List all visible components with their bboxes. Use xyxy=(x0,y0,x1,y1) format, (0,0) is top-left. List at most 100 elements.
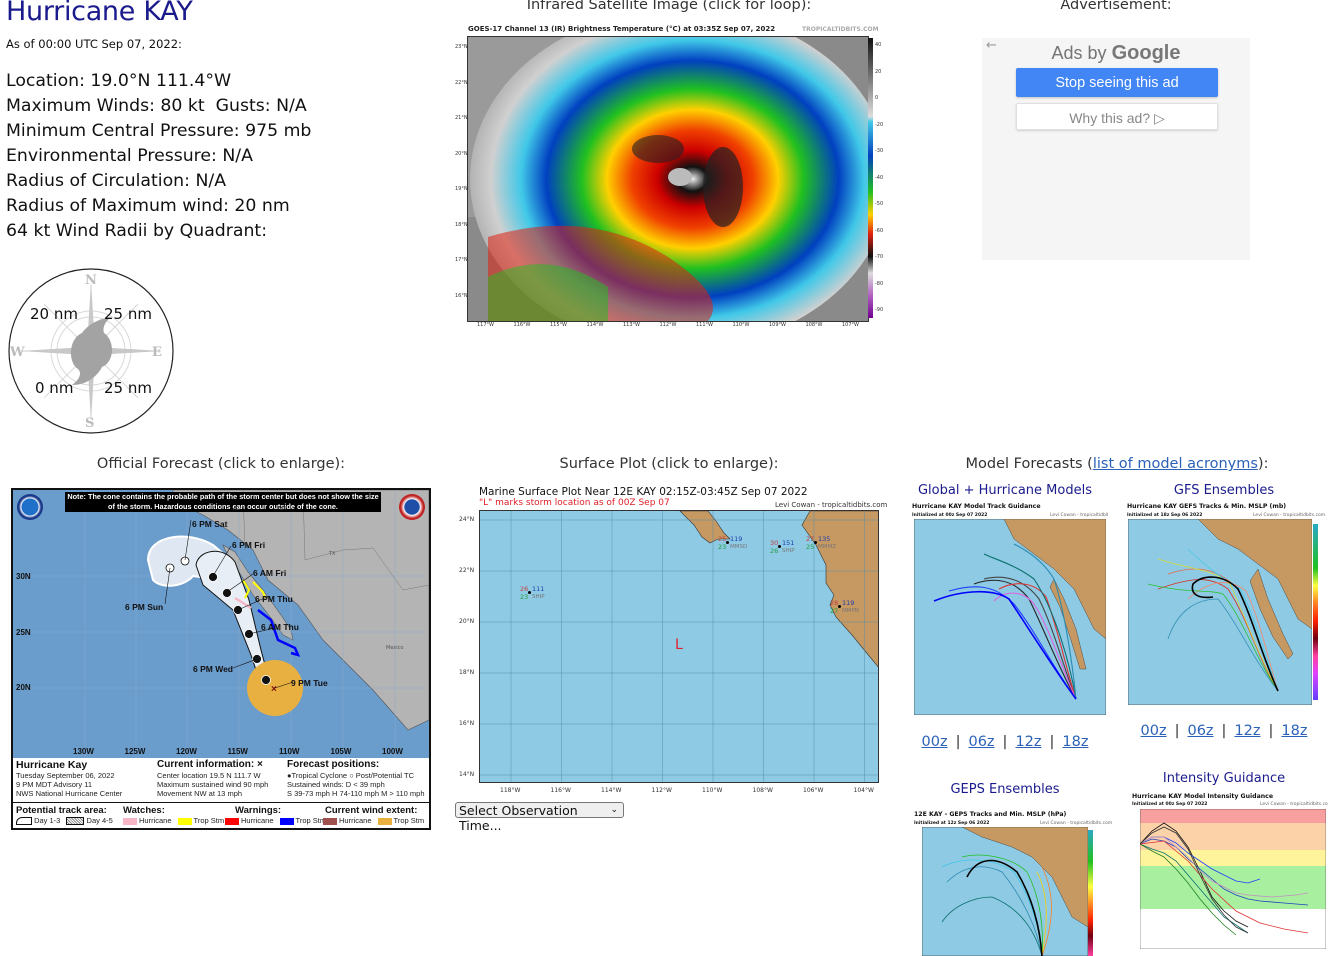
forecast-cone-map: × Note: The cone contains the probable p… xyxy=(13,490,429,758)
surface-lat-tick: 20°N xyxy=(459,618,475,625)
label-nm: NM xyxy=(278,506,287,512)
satellite-colorbar xyxy=(868,38,873,318)
global-run-06z[interactable]: 06z xyxy=(968,734,994,750)
nws-logo-icon xyxy=(399,494,425,520)
sat-lon-tick: 117°W xyxy=(477,322,494,328)
model-acronyms-link[interactable]: list of model acronyms xyxy=(1093,456,1258,472)
wind-ts-swatch xyxy=(377,817,392,825)
svg-text:S: S xyxy=(85,416,94,431)
legend-forecast-shm: S 39-73 mph H 74-110 mph M > 110 mph xyxy=(287,789,425,798)
official-forecast-image-link[interactable]: × Note: The cone contains the probable p… xyxy=(11,488,431,830)
label-tx: TX xyxy=(329,551,336,557)
gefs-image-link[interactable]: Hurricane KAY GEFS Tracks & Min. MSLP (m… xyxy=(1125,502,1333,708)
watch-hurricane-swatch xyxy=(123,817,137,825)
point-6am-thu: 6 AM Thu xyxy=(261,622,299,632)
point-9pm-tue: 9 PM Tue xyxy=(291,678,328,688)
observation-time-select[interactable]: Select Observation Time... ⌄ xyxy=(455,802,624,833)
station-dot-icon xyxy=(814,541,817,544)
lon-label: 125W xyxy=(124,747,146,756)
legend-wind-heading: Current wind extent: xyxy=(325,805,418,816)
storm-details: Location: 19.0°N 111.4°W Maximum Winds: … xyxy=(6,69,311,244)
global-models-title: Global + Hurricane Models xyxy=(917,483,1092,498)
legend-current-location: Center location 19.5 N 111.7 W xyxy=(157,771,261,780)
svg-text:×: × xyxy=(271,684,277,695)
sat-lon-tick: 111°W xyxy=(696,322,713,328)
detail-radius-max-wind: Radius of Maximum wind: 20 nm xyxy=(6,196,290,216)
detail-wind-radii-heading: 64 kt Wind Radii by Quadrant: xyxy=(6,221,268,241)
radius-ne: 25 nm xyxy=(104,305,152,323)
radius-se: 25 nm xyxy=(104,379,152,397)
legend-date: Tuesday September 06, 2022 xyxy=(16,771,115,780)
point-6pm-wed: 6 PM Wed xyxy=(193,664,233,674)
forecast-legend: Hurricane Kay Tuesday September 06, 2022… xyxy=(13,758,429,828)
noaa-logo-icon xyxy=(17,494,43,520)
warn-hurricane-swatch xyxy=(225,817,239,825)
global-models-image-link[interactable]: Hurricane KAY Model Track Guidance Initi… xyxy=(910,502,1108,720)
point-6pm-sat: 6 PM Sat xyxy=(192,519,228,529)
svg-text:E: E xyxy=(152,345,162,360)
legend-forecast-types: ●Tropical Cyclone ○ Post/Potential TC xyxy=(287,771,415,780)
sat-lon-tick: 108°W xyxy=(805,322,823,328)
station-dewpoint: 27 xyxy=(830,607,839,615)
legend-current-movement: Movement NW at 13 mph xyxy=(157,789,243,798)
gefs-title: GFS Ensembles xyxy=(1173,483,1275,498)
sat-colorbar-tick: -70 xyxy=(875,254,884,260)
label-mexico: Mexico xyxy=(386,645,404,651)
satellite-image-link[interactable]: GOES-17 Channel 13 (IR) Brightness Tempe… xyxy=(455,24,883,332)
station-pressure: 111 xyxy=(532,585,545,593)
gefs-run-00z[interactable]: 00z xyxy=(1141,723,1167,739)
global-models-runs: 00z | 06z | 12z | 18z xyxy=(921,734,1089,750)
gefs-run-06z[interactable]: 06z xyxy=(1187,723,1213,739)
surface-lat-tick: 18°N xyxy=(459,669,475,676)
global-run-18z[interactable]: 18z xyxy=(1062,734,1088,750)
surface-lon-tick: 104°W xyxy=(853,787,874,794)
point-6am-fri: 6 AM Fri xyxy=(253,568,287,578)
global-run-12z[interactable]: 12z xyxy=(1015,734,1041,750)
geps-title: GEPS Ensembles xyxy=(950,782,1060,797)
chevron-down-icon: ⌄ xyxy=(610,805,618,815)
google-logo: Google xyxy=(1111,42,1181,64)
point-6pm-thu: 6 PM Thu xyxy=(255,594,293,604)
global-run-00z[interactable]: 00z xyxy=(922,734,948,750)
geps-image-link[interactable]: 12E KAY - GEPS Tracks and Min. MSLP (hPa… xyxy=(912,808,1112,956)
satellite-brand: TROPICALTIDBITS.COM xyxy=(802,26,879,33)
sat-lon-tick: 114°W xyxy=(586,322,604,328)
official-forecast-heading: Official Forecast (click to enlarge): xyxy=(96,456,346,472)
stop-seeing-ad-button[interactable]: Stop seeing this ad xyxy=(1016,68,1218,97)
watch-ts-swatch xyxy=(177,817,192,825)
sat-colorbar-tick: 20 xyxy=(875,68,882,75)
storm-title: Hurricane KAY xyxy=(6,0,193,27)
station-id: MMSD xyxy=(730,544,748,550)
lon-label: 120W xyxy=(176,747,197,756)
sat-lat-tick: 16°N xyxy=(455,292,468,299)
sat-colorbar-tick: -80 xyxy=(875,280,884,287)
sat-lat-tick: 20°N xyxy=(455,150,468,157)
surface-lon-tick: 112°W xyxy=(651,787,672,794)
gefs-runs: 00z | 06z | 12z | 18z xyxy=(1140,723,1308,739)
gefs-run-12z[interactable]: 12z xyxy=(1234,723,1260,739)
intensity-image-link[interactable]: Hurricane KAY Model Intensity Guidance I… xyxy=(1128,792,1328,956)
surface-plot-image-link[interactable]: 25 119 23 MMSD 30 151 26 SHIP 27 135 25 MMMZ 26 111 23… xyxy=(479,510,879,783)
radius-nw: 20 nm xyxy=(30,305,78,323)
surface-lat-tick: 16°N xyxy=(459,720,475,727)
sat-lat-tick: 23°N xyxy=(455,44,468,50)
station-id: MMPN xyxy=(842,608,859,614)
point-6pm-sun: 6 PM Sun xyxy=(125,602,164,612)
lon-label: 100W xyxy=(382,747,403,756)
sat-colorbar-tick: -40 xyxy=(875,174,884,181)
lon-label: 110W xyxy=(279,747,300,756)
wind-radii-compass: N S E W 20 nm 25 nm 0 nm 25 nm xyxy=(6,267,176,435)
geps-colorbar xyxy=(1088,830,1093,956)
why-this-ad-button[interactable]: Why this ad? ▷ xyxy=(1016,103,1218,130)
gefs-run-18z[interactable]: 18z xyxy=(1281,723,1307,739)
station-dot-icon xyxy=(838,605,841,608)
surface-plot-title: Marine Surface Plot Near 12E KAY 02:15Z-… xyxy=(479,486,808,498)
station-dot-icon xyxy=(528,591,531,594)
legend-current-wind: Maximum sustained wind 90 mph xyxy=(157,780,269,789)
lon-label: 105W xyxy=(330,747,352,756)
legend-storm-name: Hurricane Kay xyxy=(16,759,88,771)
day45-swatch-icon xyxy=(66,817,85,826)
sat-lat-tick: 22°N xyxy=(455,79,468,86)
satellite-image xyxy=(467,36,869,322)
legend-center: NWS National Hurricane Center xyxy=(16,789,123,798)
